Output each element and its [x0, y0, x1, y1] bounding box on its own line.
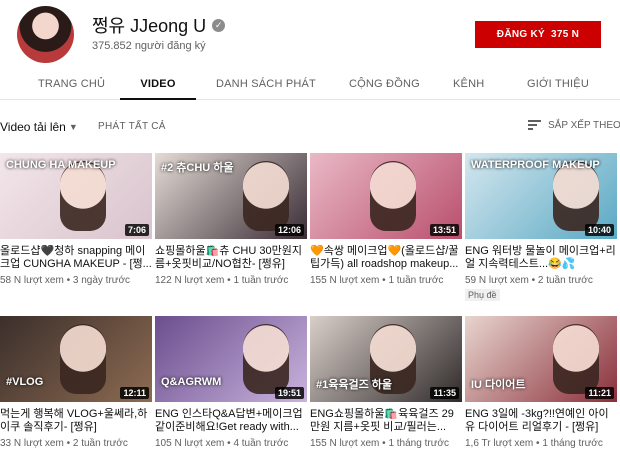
subscriber-count: 375.852 người đăng ký [92, 40, 206, 52]
video-card[interactable]: #1육육걸즈 하울 11:35 ENG쇼핑몰하울🛍️육육걸즈 29만원 지름+옷핏 … [310, 316, 462, 452]
tab-community[interactable]: CỘNG ĐỒNG [349, 68, 420, 100]
sort-label: SẮP XẾP THEO [548, 120, 620, 131]
thumbnail-caption: #VLOG [6, 376, 44, 388]
video-title[interactable]: 쇼핑몰하울🛍️츄 CHU 30만원지름+옷핏비교/NO협찬- [쩡유] [155, 245, 307, 271]
thumbnail-caption: CHUNG HA MAKEUP [6, 159, 116, 171]
subtitle-badge: Phụ đề [465, 289, 500, 301]
video-thumbnail[interactable]: IU 다이어트 11:21 [465, 316, 617, 402]
thumbnail-caption: #1육육걸즈 하울 [316, 379, 393, 391]
video-title[interactable]: ENG 3일에 -3kg?!!연예인 아이유 다이어트 리얼후기 - [쩡유] [465, 408, 617, 434]
video-meta: 105 N lượt xem • 4 tuần trước [155, 438, 289, 449]
video-toolbar: Video tải lên ▼ PHÁT TẤT CẢ SẮP XẾP THEO [0, 112, 620, 140]
thumbnail-figure [60, 324, 106, 394]
video-title[interactable]: 올로드샵🖤청하 snapping 메이크업 CUNGHA MAKEUP - [쩡… [0, 245, 152, 271]
play-all-button[interactable]: PHÁT TẤT CẢ [98, 121, 166, 132]
video-title[interactable]: ENG 인스타Q&A답변+메이크업 같이준비해요!Get ready with.… [155, 408, 307, 434]
subscribe-count: 375 N [551, 29, 580, 40]
subscribe-label: ĐĂNG KÝ [496, 29, 546, 40]
sort-button[interactable]: SẮP XẾP THEO [528, 120, 620, 131]
thumbnail-caption: WATERPROOF MAKEUP [471, 159, 600, 171]
thumbnail-caption: #2 츄CHU 하울 [161, 162, 234, 174]
video-title[interactable]: ENG쇼핑몰하울🛍️육육걸즈 29만원 지름+옷핏 비교/필러는... [310, 408, 462, 434]
video-card[interactable]: #VLOG 12:11 먹는게 행복해 VLOG+울쎄라,하이쿠 솔직후기- [쩡유… [0, 316, 152, 452]
video-meta: 1,6 Tr lượt xem • 1 tháng trước [465, 438, 603, 449]
video-thumbnail[interactable]: #2 츄CHU 하울 12:06 [155, 153, 307, 239]
thumbnail-figure [243, 324, 289, 394]
video-thumbnail[interactable]: 13:51 [310, 153, 462, 239]
video-meta: 122 N lượt xem • 1 tuần trước [155, 275, 289, 286]
uploads-label: Video tải lên [0, 120, 66, 134]
video-title[interactable]: 먹는게 행복해 VLOG+울쎄라,하이쿠 솔직후기- [쩡유] [0, 408, 152, 434]
duration-badge: 19:51 [274, 387, 304, 399]
video-card[interactable]: WATERPROOF MAKEUP 10:40 ENG 워터방 물놀이 메이크업+리… [465, 153, 617, 303]
video-thumbnail[interactable]: WATERPROOF MAKEUP 10:40 [465, 153, 617, 239]
video-card[interactable]: Q&AGRWM 19:51 ENG 인스타Q&A답변+메이크업 같이준비해요!Get… [155, 316, 307, 452]
caret-down-icon: ▼ [68, 122, 78, 132]
channel-avatar[interactable] [17, 6, 74, 63]
thumbnail-figure [370, 161, 416, 231]
thumbnail-figure [553, 161, 599, 231]
tab-about[interactable]: GIỚI THIỆU [527, 68, 589, 100]
video-meta: 59 N lượt xem • 2 tuần trước [465, 275, 593, 286]
duration-badge: 13:51 [429, 224, 459, 236]
video-card[interactable]: #2 츄CHU 하울 12:06 쇼핑몰하울🛍️츄 CHU 30만원지름+옷핏비교/… [155, 153, 307, 303]
channel-title[interactable]: 쩡유 JJeong U ✓ [92, 12, 226, 38]
video-thumbnail[interactable]: CHUNG HA MAKEUP 7:06 [0, 153, 152, 239]
duration-badge: 7:06 [124, 224, 149, 236]
video-title[interactable]: 🧡속쌍 메이크업🧡(올로드샵/꿀팁가득) all roadshop makeup… [310, 245, 462, 271]
duration-badge: 11:35 [430, 387, 459, 399]
subscribe-button[interactable]: ĐĂNG KÝ 375 N [475, 21, 601, 48]
duration-badge: 12:11 [120, 387, 149, 399]
channel-name-text: 쩡유 JJeong U [92, 16, 207, 36]
channel-tabs: TRANG CHỦ VIDEO DANH SÁCH PHÁT CỘNG ĐỒNG… [0, 68, 620, 100]
duration-badge: 11:21 [585, 387, 614, 399]
tab-home[interactable]: TRANG CHỦ [38, 68, 105, 100]
thumbnail-caption: IU 다이어트 [471, 379, 526, 391]
video-card[interactable]: 13:51 🧡속쌍 메이크업🧡(올로드샵/꿀팁가득) all roadshop m… [310, 153, 462, 303]
video-card[interactable]: CHUNG HA MAKEUP 7:06 올로드샵🖤청하 snapping 메이크업… [0, 153, 152, 303]
duration-badge: 10:40 [584, 224, 614, 236]
thumbnail-figure [60, 161, 106, 231]
uploads-dropdown[interactable]: Video tải lên ▼ [0, 120, 78, 134]
tab-channels[interactable]: KÊNH [453, 68, 484, 100]
sort-icon [528, 120, 541, 131]
thumbnail-caption: Q&AGRWM [161, 376, 222, 388]
video-thumbnail[interactable]: Q&AGRWM 19:51 [155, 316, 307, 402]
thumbnail-figure [243, 161, 289, 231]
video-card[interactable]: IU 다이어트 11:21 ENG 3일에 -3kg?!!연예인 아이유 다이어트 … [465, 316, 617, 452]
video-meta: 155 N lượt xem • 1 tuần trước [310, 275, 444, 286]
tab-playlists[interactable]: DANH SÁCH PHÁT [216, 68, 316, 100]
channel-header: 쩡유 JJeong U ✓ 375.852 người đăng ký ĐĂNG… [0, 0, 620, 68]
verified-icon: ✓ [212, 18, 226, 32]
video-meta: 58 N lượt xem • 3 ngày trước [0, 275, 131, 286]
tab-videos[interactable]: VIDEO [120, 68, 196, 100]
video-meta: 33 N lượt xem • 2 tuần trước [0, 438, 128, 449]
thumbnail-figure [553, 324, 599, 394]
video-title[interactable]: ENG 워터방 물놀이 메이크업+리얼 지속력테스트...😂💦 [465, 245, 617, 271]
duration-badge: 12:06 [274, 224, 304, 236]
video-thumbnail[interactable]: #VLOG 12:11 [0, 316, 152, 402]
video-meta: 155 N lượt xem • 1 tháng trước [310, 438, 449, 449]
video-thumbnail[interactable]: #1육육걸즈 하울 11:35 [310, 316, 462, 402]
